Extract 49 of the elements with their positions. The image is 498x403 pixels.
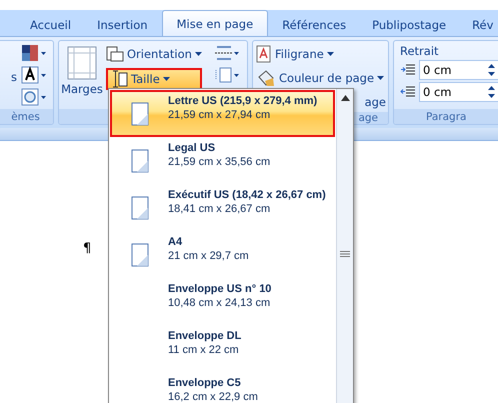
page-icon bbox=[131, 148, 149, 172]
caret-icon bbox=[326, 52, 334, 56]
scrollbar[interactable] bbox=[336, 89, 353, 403]
page-icon bbox=[131, 242, 149, 266]
group-label: èmes bbox=[0, 109, 53, 124]
spinner-icon[interactable] bbox=[488, 63, 495, 77]
theme-effects-icon[interactable] bbox=[21, 88, 47, 106]
menu-item[interactable]: Enveloppe DL 11 cm x 22 cm bbox=[110, 325, 335, 372]
ribbon-tab[interactable]: Accueil bbox=[18, 13, 84, 36]
ribbon-tab[interactable]: Rév bbox=[460, 13, 498, 36]
themes-button-label[interactable]: s bbox=[1, 70, 17, 84]
page-icon bbox=[131, 102, 149, 126]
menu-item[interactable]: Enveloppe US n° 10 10,48 cm x 24,13 cm bbox=[110, 278, 335, 325]
indent-left-icon bbox=[400, 63, 416, 77]
group-label: Paragra bbox=[394, 109, 498, 124]
theme-fonts-icon[interactable] bbox=[21, 66, 47, 84]
scroll-up-icon[interactable] bbox=[340, 95, 350, 101]
caret-icon bbox=[377, 76, 384, 80]
paragraph-mark: ¶ bbox=[83, 241, 92, 256]
ribbon-tab[interactable]: Insertion bbox=[85, 13, 160, 36]
caret-icon bbox=[194, 52, 202, 56]
theme-colors-icon[interactable] bbox=[21, 44, 47, 62]
orientation-button[interactable]: Orientation bbox=[106, 44, 202, 64]
watermark-icon bbox=[256, 45, 272, 63]
scroll-grip-icon[interactable] bbox=[340, 251, 350, 257]
indent-field[interactable]: 0 cm bbox=[419, 82, 498, 102]
indent-field[interactable]: 0 cm bbox=[419, 60, 498, 80]
menu-item[interactable]: A4 21 cm x 29,7 cm bbox=[110, 231, 335, 278]
ribbon-tab[interactable]: Mise en page bbox=[162, 10, 268, 36]
menu-item[interactable]: Lettre US (215,9 x 279,4 mm) 21,59 cm x 27,94 cm bbox=[110, 90, 335, 137]
ribbon-tab[interactable]: Publipostage bbox=[360, 13, 458, 36]
page-color-button[interactable]: Couleur de page bbox=[256, 68, 386, 88]
size-button[interactable]: Taille bbox=[106, 68, 202, 90]
caret-icon bbox=[162, 77, 170, 81]
menu-item[interactable]: Exécutif US (18,42 x 26,67 cm) 18,41 cm x 26,67 cm bbox=[110, 184, 335, 231]
spinner-icon[interactable] bbox=[488, 85, 495, 99]
watermark-button[interactable]: Filigrane bbox=[256, 44, 386, 64]
margins-button[interactable]: Marges bbox=[62, 44, 102, 109]
paint-bucket-icon bbox=[256, 69, 276, 87]
indent-right-icon bbox=[400, 85, 416, 99]
menu-item[interactable]: Legal US 21,59 cm x 35,56 cm bbox=[110, 137, 335, 184]
margins-icon bbox=[66, 46, 98, 80]
page-borders-button[interactable]: age bbox=[364, 95, 386, 109]
indent-title: Retrait bbox=[400, 44, 440, 58]
ribbon-tab[interactable]: Références bbox=[270, 13, 358, 36]
breaks-icon[interactable] bbox=[214, 44, 240, 62]
menu-item[interactable]: Enveloppe C5 16,2 cm x 22,9 cm bbox=[110, 372, 335, 403]
orientation-icon bbox=[106, 46, 124, 62]
page-icon bbox=[131, 196, 149, 220]
